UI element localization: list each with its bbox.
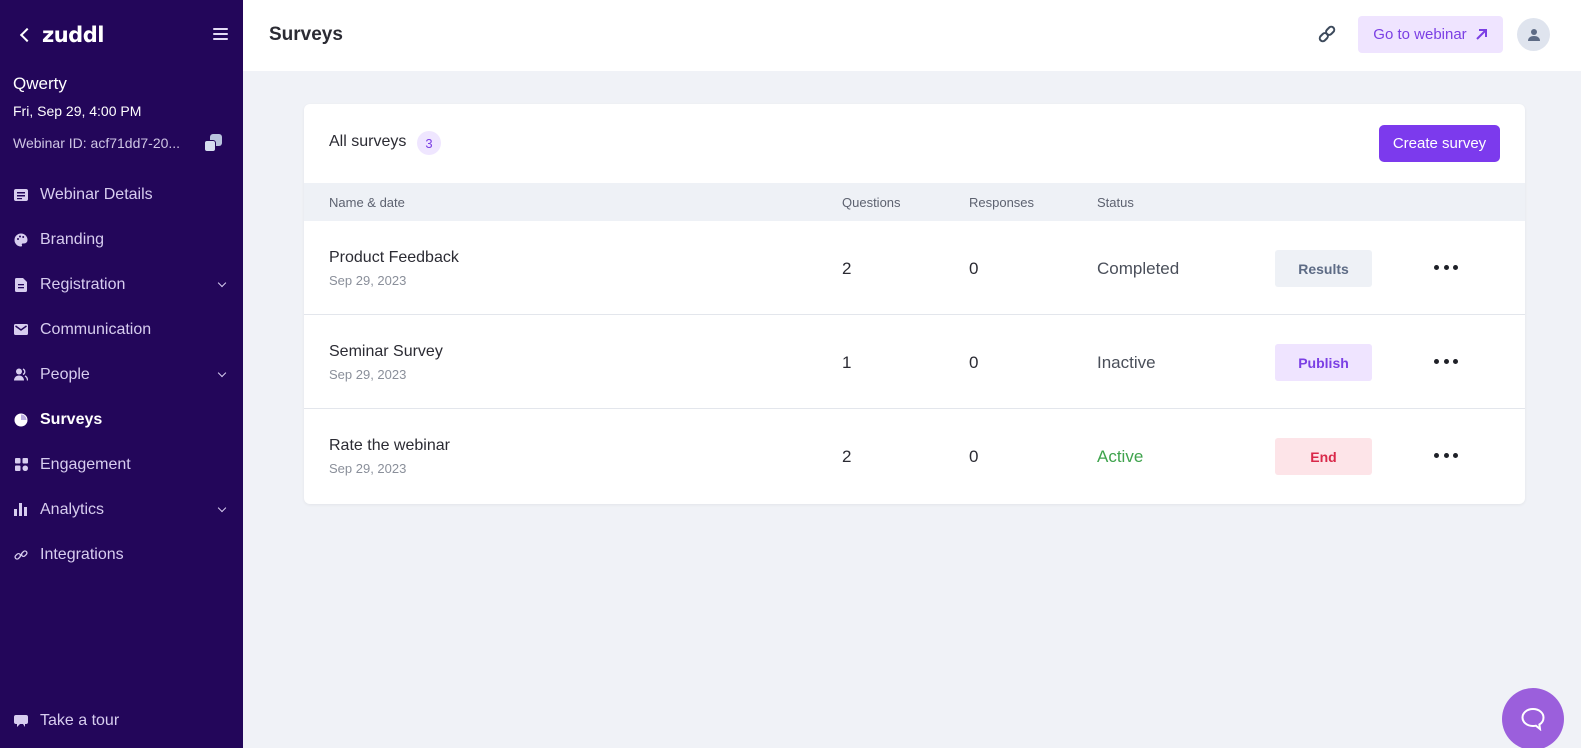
sidebar-item-label: Engagement xyxy=(40,455,131,473)
pie-chart-icon xyxy=(14,413,28,427)
more-options-icon[interactable] xyxy=(1434,351,1458,371)
sidebar-item-integrations[interactable]: Integrations xyxy=(0,532,243,577)
sidebar-item-registration[interactable]: Registration xyxy=(0,262,243,307)
survey-questions: 2 xyxy=(842,447,852,466)
surveys-card: All surveys 3 Create survey Name & date … xyxy=(304,104,1525,504)
topbar: Surveys Go to webinar xyxy=(243,0,1581,71)
back-chevron-icon[interactable] xyxy=(19,27,35,43)
column-header-name: Name & date xyxy=(329,195,405,210)
survey-questions: 1 xyxy=(842,353,852,372)
survey-name[interactable]: Seminar Survey xyxy=(329,343,443,361)
column-header-status: Status xyxy=(1097,195,1134,210)
bar-chart-icon xyxy=(14,503,28,517)
survey-date: Sep 29, 2023 xyxy=(329,367,407,382)
survey-name[interactable]: Product Feedback xyxy=(329,249,459,267)
webinar-id: Webinar ID: acf71dd7-20... xyxy=(13,135,181,151)
survey-questions: 2 xyxy=(842,259,852,278)
survey-status: Inactive xyxy=(1097,353,1156,372)
event-name: Qwerty xyxy=(13,74,67,93)
sidebar-item-webinar-details[interactable]: Webinar Details xyxy=(0,172,243,217)
file-icon xyxy=(14,277,28,292)
sidebar-nav: Webinar Details Branding Registration Co… xyxy=(0,172,243,577)
page-title: Surveys xyxy=(269,24,343,45)
sidebar-item-label: Branding xyxy=(40,230,105,248)
sidebar-item-label: Analytics xyxy=(40,500,105,518)
survey-count-badge: 3 xyxy=(417,131,441,155)
sidebar-item-engagement[interactable]: Engagement xyxy=(0,442,243,487)
column-header-questions: Questions xyxy=(842,195,901,210)
brand-row: zuddl xyxy=(18,20,228,50)
card-title: All surveys xyxy=(329,133,407,150)
chat-support-button[interactable] xyxy=(1502,688,1564,748)
palette-icon xyxy=(14,233,28,247)
take-a-tour-button[interactable]: Take a tour xyxy=(14,712,119,730)
table-header: Name & date Questions Responses Status xyxy=(304,183,1525,221)
chat-tour-icon xyxy=(14,714,28,728)
sidebar-item-label: Registration xyxy=(40,275,126,293)
mail-icon xyxy=(14,323,28,337)
survey-responses: 0 xyxy=(969,447,979,466)
link-icon xyxy=(14,548,28,562)
sidebar-item-communication[interactable]: Communication xyxy=(0,307,243,352)
go-to-webinar-label: Go to webinar xyxy=(1373,26,1467,43)
more-options-icon[interactable] xyxy=(1434,257,1458,277)
sidebar-item-label: People xyxy=(40,365,90,383)
sidebar-item-branding[interactable]: Branding xyxy=(0,217,243,262)
publish-button[interactable]: Publish xyxy=(1275,344,1372,381)
sidebar: zuddl Qwerty Fri, Sep 29, 4:00 PM Webina… xyxy=(0,0,243,748)
people-icon xyxy=(14,368,28,382)
create-survey-button[interactable]: Create survey xyxy=(1379,125,1500,162)
sidebar-item-label: Surveys xyxy=(40,410,103,428)
user-icon xyxy=(1527,28,1540,41)
survey-date: Sep 29, 2023 xyxy=(329,273,407,288)
sidebar-item-people[interactable]: People xyxy=(0,352,243,397)
grid-icon xyxy=(14,458,28,472)
survey-name[interactable]: Rate the webinar xyxy=(329,437,450,455)
chevron-down-icon xyxy=(217,278,227,288)
chevron-down-icon xyxy=(217,503,227,513)
sidebar-item-analytics[interactable]: Analytics xyxy=(0,487,243,532)
event-datetime: Fri, Sep 29, 4:00 PM xyxy=(13,103,142,119)
sidebar-item-label: Webinar Details xyxy=(40,185,153,203)
go-to-webinar-button[interactable]: Go to webinar xyxy=(1358,16,1503,53)
chat-bubble-icon xyxy=(1521,707,1545,731)
user-avatar[interactable] xyxy=(1517,18,1550,51)
logo: zuddl xyxy=(42,23,104,47)
table-row[interactable]: Seminar Survey Sep 29, 2023 1 0 Inactive… xyxy=(304,315,1525,409)
more-options-icon[interactable] xyxy=(1434,445,1458,465)
results-button[interactable]: Results xyxy=(1275,250,1372,287)
copy-icon[interactable] xyxy=(204,134,222,152)
survey-date: Sep 29, 2023 xyxy=(329,461,407,476)
end-button[interactable]: End xyxy=(1275,438,1372,475)
column-header-responses: Responses xyxy=(969,195,1035,210)
document-list-icon xyxy=(14,188,28,202)
survey-status: Active xyxy=(1097,447,1144,466)
menu-icon[interactable] xyxy=(213,28,228,40)
sidebar-item-label: Integrations xyxy=(40,545,124,563)
table-row[interactable]: Product Feedback Sep 29, 2023 2 0 Comple… xyxy=(304,221,1525,315)
sidebar-item-surveys[interactable]: Surveys xyxy=(0,397,243,442)
arrow-up-right-icon xyxy=(1475,29,1487,40)
table-row[interactable]: Rate the webinar Sep 29, 2023 2 0 Active… xyxy=(304,409,1525,503)
copy-link-icon[interactable] xyxy=(1315,22,1339,46)
chevron-down-icon xyxy=(217,368,227,378)
survey-responses: 0 xyxy=(969,259,979,278)
survey-responses: 0 xyxy=(969,353,979,372)
card-header: All surveys 3 Create survey xyxy=(304,104,1525,183)
sidebar-item-label: Communication xyxy=(40,320,152,338)
take-a-tour-label: Take a tour xyxy=(40,712,120,729)
survey-status: Completed xyxy=(1097,259,1180,278)
